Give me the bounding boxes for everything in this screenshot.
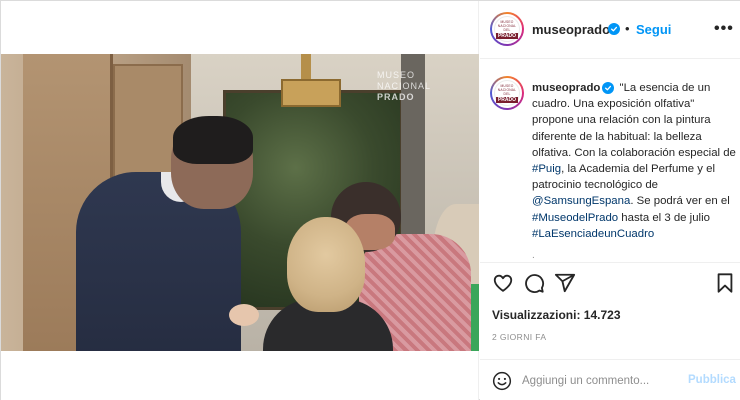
watermark-line2: PRADO <box>377 92 415 102</box>
bookmark-icon[interactable] <box>714 272 736 294</box>
logo-line3: DEL <box>503 27 511 32</box>
more-options-icon[interactable]: ••• <box>714 20 734 38</box>
share-icon[interactable] <box>554 272 576 294</box>
add-comment-bar: Pubblica <box>480 359 740 400</box>
comments-section[interactable]: MUSEO NACIONAL DEL PRADO museoprado "La … <box>480 60 740 263</box>
video-scene-person-blonde-head <box>287 217 365 312</box>
post-side-panel: MUSEO NACIONAL DEL PRADO museoprado • Se… <box>480 1 740 400</box>
publish-button[interactable]: Pubblica <box>688 374 736 386</box>
post-time-ago[interactable]: 2 GIORNI FA <box>492 332 546 342</box>
logo-line3: DEL <box>503 91 511 96</box>
instagram-post: MUSEO NACIONAL PRADO MUSEO NACIONAL DEL … <box>0 0 740 400</box>
emoji-icon[interactable] <box>492 371 512 391</box>
caption-text-3: . Se podrá ver en el <box>630 195 730 208</box>
video-scene-person-suit-hair <box>173 116 253 164</box>
hashtag-puig[interactable]: #Puig <box>532 163 561 175</box>
logo-bold: PRADO <box>495 96 519 103</box>
caption-text-4: hasta el 3 de julio <box>618 211 710 224</box>
watermark-line1: MUSEO NACIONAL <box>377 70 432 91</box>
video-watermark: MUSEO NACIONAL PRADO <box>377 70 467 103</box>
verified-badge-icon <box>608 23 620 35</box>
follow-button[interactable]: Segui <box>636 22 671 37</box>
hashtag-laesenciadeuncuadro[interactable]: #LaEsenciadeunCuadro <box>532 228 654 240</box>
post-actions <box>480 263 740 303</box>
video-scene-easel-clamp <box>281 79 341 107</box>
header-username[interactable]: museoprado <box>532 22 610 37</box>
heart-icon[interactable] <box>492 272 514 294</box>
post-header: MUSEO NACIONAL DEL PRADO museoprado • Se… <box>480 1 740 59</box>
media-pane: MUSEO NACIONAL PRADO <box>1 1 479 400</box>
prado-logo: MUSEO NACIONAL DEL PRADO <box>494 16 520 42</box>
comment-icon[interactable] <box>523 272 545 294</box>
view-count[interactable]: Visualizzazioni: 14.723 <box>492 308 621 322</box>
prado-logo: MUSEO NACIONAL DEL PRADO <box>494 80 520 106</box>
account-avatar[interactable]: MUSEO NACIONAL DEL PRADO <box>490 12 524 46</box>
header-separator: • <box>625 21 630 36</box>
post-caption: museoprado "La esencia de un cuadro. Una… <box>532 80 736 242</box>
video-scene-hand <box>229 304 259 326</box>
mention-samsungespana[interactable]: @SamsungEspana <box>532 195 630 207</box>
verified-badge-icon <box>602 82 615 94</box>
hashtag-museodelprado[interactable]: #MuseodelPrado <box>532 212 618 224</box>
logo-bold: PRADO <box>495 32 519 39</box>
caption-username[interactable]: museoprado <box>532 82 600 94</box>
caption-more-indicator: . <box>532 250 535 261</box>
comment-input[interactable] <box>522 373 672 389</box>
post-video[interactable]: MUSEO NACIONAL PRADO <box>1 54 479 351</box>
caption-avatar[interactable]: MUSEO NACIONAL DEL PRADO <box>490 76 524 110</box>
